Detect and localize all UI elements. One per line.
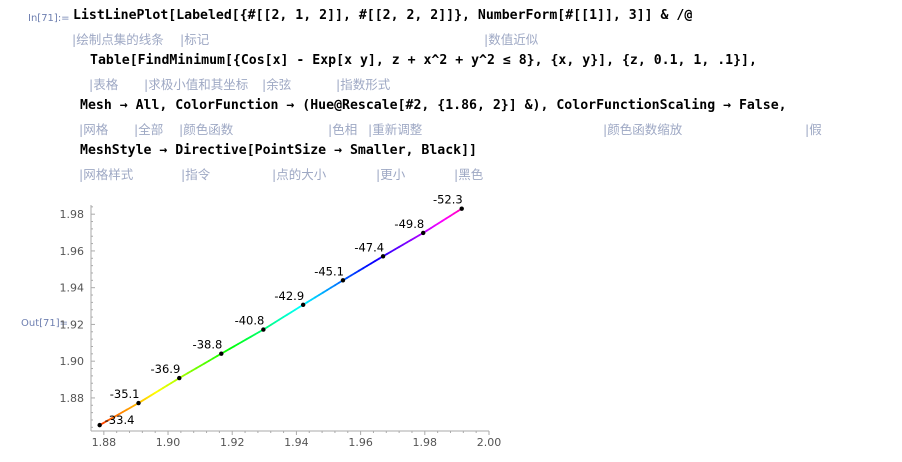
y-tick-label: 1.90 [60,355,85,368]
mesh-point [459,206,464,211]
mesh-point [136,400,141,406]
point-label: -49.8 [394,217,424,231]
mesh-point [219,351,224,356]
mesh-point [340,278,346,283]
mesh-point [97,422,102,428]
y-tick-label: 1.98 [60,208,85,221]
mesh-point [380,254,386,259]
mesh-point [300,302,306,307]
mesh-point [177,375,182,381]
mesh-point [261,327,266,332]
x-tick-label: 2.00 [477,436,502,449]
point-label: -42.9 [274,289,304,303]
point-label: -47.4 [354,240,384,254]
point-label: -33.4 [105,413,135,427]
point-label: -36.9 [151,362,181,376]
x-tick-label: 1.94 [284,436,309,449]
y-tick-label: 1.92 [60,318,85,331]
x-tick-label: 1.90 [156,436,181,449]
point-label: -40.8 [235,314,265,328]
x-tick-label: 1.96 [348,436,373,449]
y-tick-label: 1.88 [60,392,85,405]
x-tick-label: 1.98 [413,436,438,449]
mesh-point [421,230,426,236]
point-label: -35.1 [110,387,140,401]
y-tick-label: 1.96 [60,245,85,258]
y-tick-label: 1.94 [60,282,85,295]
x-tick-label: 1.92 [220,436,245,449]
point-label: -38.8 [193,338,223,352]
point-label: -52.3 [433,193,463,207]
line-plot[interactable]: 1.88 1.90 1.92 1.94 1.96 1.98 2.00 1.88 1.90 1.92… [0,0,902,462]
x-tick-label: 1.88 [92,436,117,449]
point-label: -45.1 [314,264,344,278]
